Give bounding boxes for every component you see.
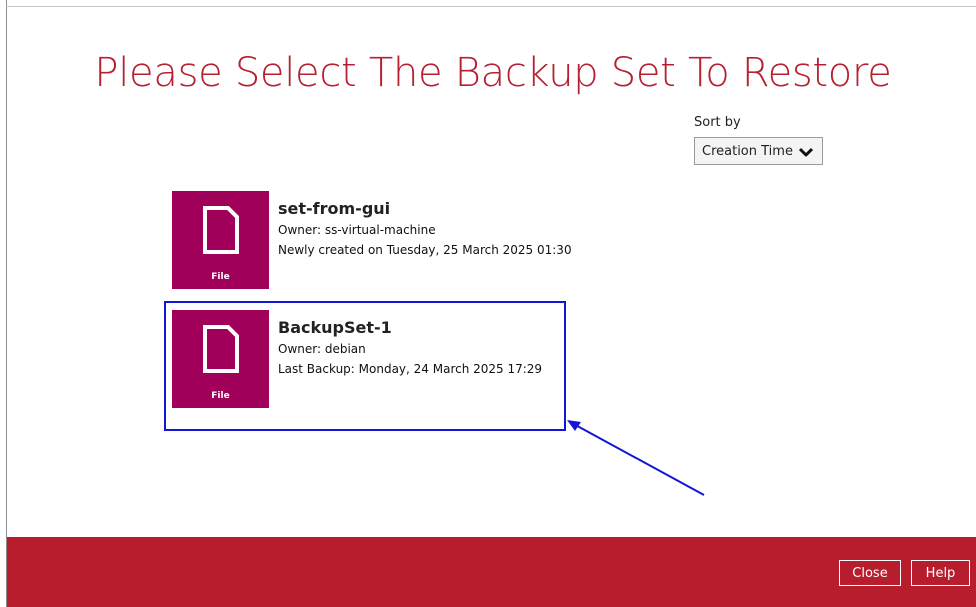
close-button[interactable]: Close bbox=[839, 560, 901, 586]
selection-highlight-box bbox=[164, 301, 566, 431]
backup-set-item-set-from-gui[interactable]: File set-from-gui Owner: ss-virtual-mach… bbox=[172, 191, 572, 291]
sort-by-label: Sort by bbox=[694, 115, 741, 130]
footer-bar bbox=[7, 537, 976, 607]
window-border bbox=[6, 6, 976, 7]
backup-set-name: set-from-gui bbox=[278, 199, 391, 218]
sort-by-selected-value: Creation Time bbox=[702, 143, 793, 159]
tile-type-label: File bbox=[211, 272, 230, 282]
file-icon bbox=[203, 206, 239, 254]
pointer-arrow-annotation bbox=[567, 420, 705, 496]
help-button[interactable]: Help bbox=[911, 560, 970, 586]
sort-by-dropdown[interactable]: Creation Time bbox=[694, 137, 823, 165]
restore-backup-set-window: Please Select The Backup Set To Restore … bbox=[0, 0, 976, 607]
backup-set-owner: Owner: ss-virtual-machine bbox=[278, 223, 436, 237]
chevron-down-icon bbox=[799, 147, 813, 157]
backup-set-status: Newly created on Tuesday, 25 March 2025 … bbox=[278, 243, 572, 257]
backup-set-tile: File bbox=[172, 191, 269, 289]
page-title: Please Select The Backup Set To Restore bbox=[94, 50, 892, 96]
